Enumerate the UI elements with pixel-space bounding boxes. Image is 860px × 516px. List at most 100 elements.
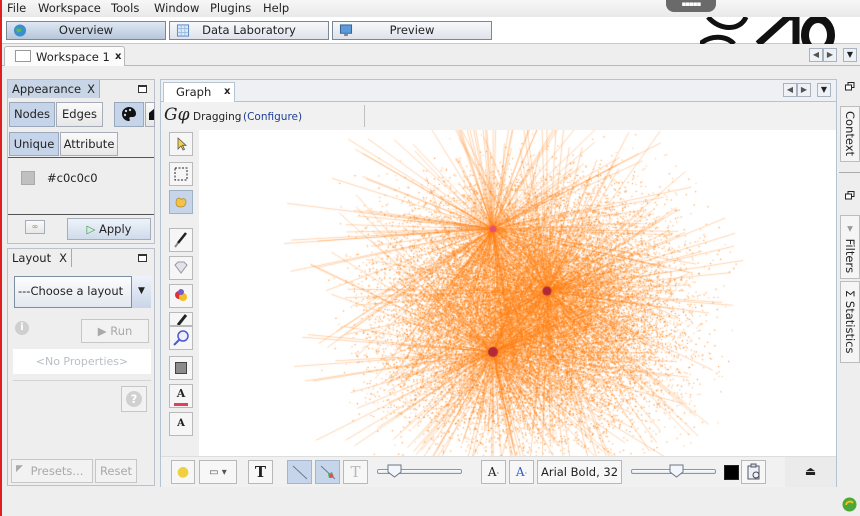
size-tool[interactable] [169, 256, 193, 280]
collapse-toolbar-button[interactable]: ⏏ [785, 457, 836, 487]
tab-list-dropdown[interactable]: ▼ [817, 83, 831, 97]
gephi-window: File Workspace Tools Window Plugins Help… [0, 0, 860, 516]
shortest-path-tool[interactable] [169, 326, 193, 350]
drag-tool[interactable] [169, 190, 193, 214]
size-icon [149, 108, 154, 120]
size-button[interactable] [145, 102, 155, 127]
scroll-right-button[interactable]: ▶ [797, 83, 811, 97]
menu-window[interactable]: Window [154, 1, 199, 15]
menu-plugins[interactable]: Plugins [210, 1, 251, 15]
network-visualization[interactable] [199, 130, 836, 456]
help-icon: ? [126, 391, 142, 407]
label-size-thumb[interactable] [669, 464, 684, 478]
layout-properties: <No Properties> [13, 349, 151, 374]
gephi-gp-logo: Gφ [164, 105, 190, 125]
eject-icon: ⏏ [804, 464, 817, 478]
label-color-tool[interactable]: A [169, 384, 193, 408]
table-icon [176, 24, 190, 37]
presets-button[interactable]: ◤ Presets... [11, 459, 93, 483]
pencil-tool[interactable] [169, 312, 193, 326]
select-tool[interactable] [169, 132, 193, 156]
font-selector[interactable]: Arial Bold, 32 [537, 460, 622, 484]
screen-notch: ▪▪▪▪▪ [666, 0, 716, 12]
menu-file[interactable]: File [7, 1, 26, 15]
graph-header: Gφ Dragging (Configure) [161, 102, 836, 130]
dropdown-corner-icon: ◤ [16, 464, 23, 474]
perspective-overview[interactable]: Overview [6, 21, 166, 40]
show-edges-button[interactable] [287, 460, 312, 484]
label-size-tool[interactable]: A [169, 412, 193, 436]
appearance-tab[interactable]: Appearance X [8, 80, 100, 98]
label-color-swatch[interactable] [724, 465, 739, 480]
scroll-left-button[interactable]: ◀ [809, 48, 823, 62]
edge-color-button[interactable] [315, 460, 340, 484]
restore-window-icon[interactable] [845, 82, 855, 91]
perspective-preview[interactable]: Preview [332, 21, 492, 40]
node-color-tool[interactable] [169, 356, 193, 380]
edge-icon [292, 465, 307, 480]
play-icon: ▶ [97, 324, 107, 338]
update-notification-icon[interactable] [842, 497, 857, 512]
attribute-tab[interactable]: Attribute [60, 132, 118, 156]
tab-list-dropdown[interactable]: ▼ [843, 48, 857, 62]
graph-bottom-toolbar: ● ▭ ▾ T T A· A· Arial Bold, 32 ⏏ [161, 456, 836, 487]
layout-tab[interactable]: Layout X [8, 249, 72, 267]
filter-icon: ▾ [843, 220, 857, 239]
marquee-icon [174, 167, 188, 181]
graph-tab-close[interactable]: x [224, 86, 230, 97]
workspace-tab-close[interactable]: x [115, 51, 121, 62]
perspective-data-laboratory[interactable]: Data Laboratory [169, 21, 329, 40]
graph-tab[interactable]: Graph x [163, 82, 235, 102]
edges-tab[interactable]: Edges [56, 102, 103, 127]
minimize-button[interactable] [138, 85, 147, 93]
menu-workspace[interactable]: Workspace [38, 1, 101, 15]
perspective-label: Preview [389, 23, 435, 37]
configure-link[interactable]: (Configure) [243, 111, 302, 123]
workspace-tab[interactable]: Workspace 1 x [4, 46, 125, 66]
run-button[interactable]: ▶ Run [81, 319, 149, 343]
edge-labels-button[interactable]: T [343, 460, 368, 484]
text-size-icon: A [177, 418, 185, 429]
statistics-tab[interactable]: Σ Statistics [840, 281, 860, 363]
globe-icon [13, 24, 27, 37]
info-icon[interactable]: i [15, 321, 29, 335]
statistics-label: Statistics [843, 301, 857, 354]
diamond-icon [174, 261, 188, 274]
color-palette-button[interactable] [114, 102, 144, 127]
restore-window-icon[interactable] [845, 191, 855, 200]
apply-button[interactable]: ▷ Apply [67, 218, 151, 240]
color-value: #c0c0c0 [47, 171, 98, 185]
label-font-color-button[interactable]: A· [509, 460, 534, 484]
properties-button[interactable] [741, 460, 766, 484]
show-labels-button[interactable]: T [248, 460, 273, 484]
menu-tools[interactable]: Tools [111, 1, 139, 15]
unique-tab[interactable]: Unique [9, 132, 59, 156]
scroll-left-button[interactable]: ◀ [783, 83, 797, 97]
pencil-icon [176, 314, 188, 325]
menu-bar: File Workspace Tools Window Plugins Help [2, 0, 860, 17]
layout-select[interactable]: ---Choose a layout ▼ [14, 276, 151, 308]
minimize-button[interactable] [138, 254, 147, 262]
help-button[interactable]: ? [121, 386, 147, 412]
heat-graph-tool[interactable] [169, 284, 193, 308]
color-swatch[interactable] [21, 171, 35, 185]
edge-scale-thumb[interactable] [387, 464, 402, 478]
layout-close[interactable]: X [59, 249, 67, 267]
menu-help[interactable]: Help [263, 1, 289, 15]
scroll-right-button[interactable]: ▶ [823, 48, 837, 62]
background-light-button[interactable]: ● [171, 460, 195, 484]
label-font-size-button[interactable]: A· [481, 460, 506, 484]
filters-tab[interactable]: ▾ Filters [840, 215, 860, 279]
appearance-close[interactable]: X [87, 80, 95, 98]
rectangle-select-tool[interactable] [169, 162, 193, 186]
nodes-tab[interactable]: Nodes [9, 102, 55, 127]
paint-tool[interactable] [169, 228, 193, 252]
screenshot-button[interactable]: ▭ ▾ [199, 460, 237, 484]
chevron-down-icon[interactable]: ▼ [131, 276, 151, 308]
edge-color-icon [320, 465, 335, 480]
link-button[interactable]: ∞ [25, 220, 45, 234]
reset-button[interactable]: Reset [95, 459, 137, 483]
graph-canvas[interactable] [199, 130, 836, 456]
context-tab[interactable]: Context [840, 106, 860, 162]
workspace-tab-label: Workspace 1 [36, 50, 110, 64]
